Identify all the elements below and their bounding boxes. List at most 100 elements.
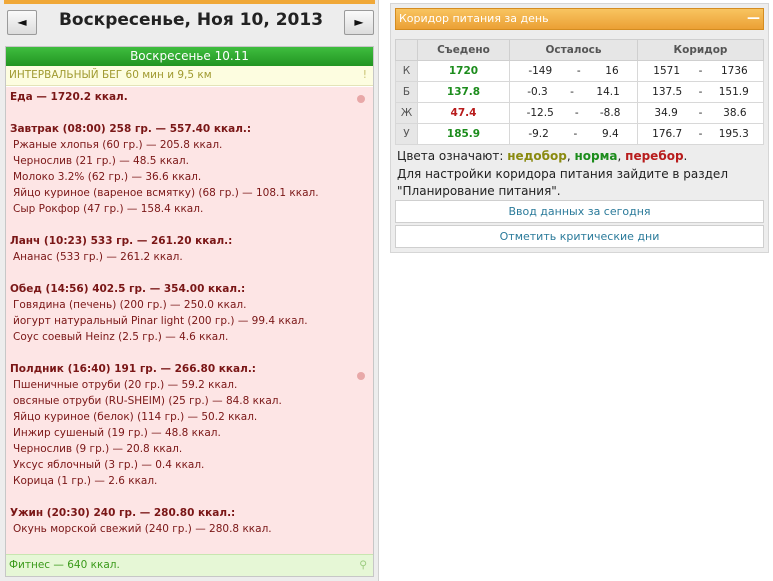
- corridor-max: 38.6: [723, 107, 747, 119]
- meal-item: Инжир сушеный (19 гр.) — 48.8 ккал.: [13, 427, 221, 439]
- corridor-range: 176.7 - 195.3: [637, 123, 764, 145]
- meal-header[interactable]: Ланч (10:23) 533 гр. — 261.20 ккал.:: [10, 234, 232, 248]
- prev-day-button[interactable]: ◄: [7, 10, 37, 35]
- left-min: -12.5: [526, 107, 554, 119]
- mark-critical-days-button[interactable]: Отметить критические дни: [395, 225, 764, 248]
- left-max: 16: [605, 65, 619, 77]
- meal-item: Окунь морской свежий (240 гр.) — 280.8 к…: [13, 523, 272, 535]
- table-header-blank: [395, 39, 418, 61]
- range-dash: -: [698, 65, 703, 77]
- row-label: К: [395, 60, 418, 82]
- meal-item: Яйцо куриное (вареное всмятку) (68 гр.) …: [13, 187, 319, 199]
- meal-header[interactable]: Обед (14:56) 402.5 гр. — 354.00 ккал.:: [10, 282, 245, 296]
- left-max: 9.4: [601, 128, 619, 140]
- runner-icon: ⚲: [359, 559, 367, 571]
- food-list: Еда — 1720.2 ккал. Завтрак (08:00) 258 г…: [6, 87, 373, 554]
- fitness-row[interactable]: Фитнес — 640 ккал. ⚲: [6, 554, 373, 576]
- settings-note: Для настройки коридора питания зайдите в…: [397, 167, 728, 198]
- range-dash: -: [698, 128, 703, 140]
- meal-item: Чернослив (9 гр.) — 20.8 ккал.: [13, 443, 183, 455]
- meal-item: Сыр Рокфор (47 гр.) — 158.4 ккал.: [13, 203, 204, 215]
- corridor-max: 151.9: [718, 86, 749, 98]
- corridor-range: 1571 - 1736: [637, 60, 764, 82]
- legend-under: недобор: [507, 149, 567, 163]
- range-dash: -: [576, 65, 581, 77]
- row-label: Б: [395, 81, 418, 103]
- table-header-eaten: Съедено: [417, 39, 510, 61]
- table-row: Б 137.8 -0.3 - 14.1 137.5 - 151.9: [395, 81, 764, 103]
- range-dash: -: [573, 128, 578, 140]
- left-range: -9.2 - 9.4: [509, 123, 638, 145]
- warning-icon: !: [362, 69, 367, 81]
- eaten-value: 185.9: [417, 123, 510, 145]
- corridor-max: 195.3: [718, 128, 749, 140]
- top-accent-bar: [4, 0, 375, 4]
- corridor-panel: Коридор питания за день — Съедено Остало…: [390, 3, 769, 253]
- fitness-label: Фитнес — 640 ккал.: [9, 559, 120, 571]
- table-header-left: Осталось: [509, 39, 638, 61]
- meal-item: Ржаные хлопья (60 гр.) — 205.8 ккал.: [13, 139, 223, 151]
- day-box: Воскресенье 10.11 ИНТЕРВАЛЬНЫЙ БЕГ 60 ми…: [5, 46, 374, 577]
- corridor-title: Коридор питания за день: [399, 12, 549, 25]
- corridor-range: 137.5 - 151.9: [637, 81, 764, 103]
- enter-today-button[interactable]: Ввод данных за сегодня: [395, 200, 764, 223]
- corridor-range: 34.9 - 38.6: [637, 102, 764, 124]
- corridor-min: 176.7: [652, 128, 683, 140]
- meal-item: Говядина (печень) (200 гр.) — 250.0 ккал…: [13, 299, 247, 311]
- left-min: -149: [528, 65, 553, 77]
- left-min: -0.3: [527, 86, 548, 98]
- meal-header[interactable]: Завтрак (08:00) 258 гр. — 557.40 ккал.:: [10, 122, 251, 136]
- left-min: -9.2: [528, 128, 549, 140]
- meal-item: овсяные отруби (RU-SHEIM) (25 гр.) — 84.…: [13, 395, 282, 407]
- next-day-button[interactable]: ►: [344, 10, 374, 35]
- table-header-corridor: Коридор: [637, 39, 764, 61]
- activity-row[interactable]: ИНТЕРВАЛЬНЫЙ БЕГ 60 мин и 9,5 км !: [6, 66, 373, 86]
- left-max: 14.1: [596, 86, 620, 98]
- collapse-button[interactable]: —: [747, 9, 760, 29]
- row-label: У: [395, 123, 418, 145]
- date-title: Воскресенье, Ноя 10, 2013: [58, 10, 324, 30]
- meal-item: Соус соевый Heinz (2.5 гр.) — 4.6 ккал.: [13, 331, 229, 343]
- range-dash: -: [574, 107, 579, 119]
- meal-item: Молоко 3.2% (62 гр.) — 36.6 ккал.: [13, 171, 202, 183]
- legend-over: перебор: [625, 149, 684, 163]
- row-label: Ж: [395, 102, 418, 124]
- left-range: -149 - 16: [509, 60, 638, 82]
- apple-icon: [357, 372, 365, 380]
- meal-header[interactable]: Ужин (20:30) 240 гр. — 280.80 ккал.:: [10, 506, 235, 520]
- corridor-min: 1571: [653, 65, 681, 77]
- legend-norm: норма: [574, 149, 618, 163]
- eaten-value: 1720: [417, 60, 510, 82]
- table-row: К 1720 -149 - 16 1571 - 1736: [395, 60, 764, 82]
- eaten-value: 47.4: [417, 102, 510, 124]
- meal-item: Корица (1 гр.) — 2.6 ккал.: [13, 475, 158, 487]
- apple-icon: [357, 95, 365, 103]
- corridor-table: Съедено Осталось Коридор К 1720 -149 - 16 157…: [395, 39, 764, 145]
- left-range: -12.5 - -8.8: [509, 102, 638, 124]
- left-range: -0.3 - 14.1: [509, 81, 638, 103]
- corridor-min: 137.5: [652, 86, 683, 98]
- range-dash: -: [698, 107, 703, 119]
- eaten-value: 137.8: [417, 81, 510, 103]
- left-max: -8.8: [599, 107, 621, 119]
- activity-label: ИНТЕРВАЛЬНЫЙ БЕГ 60 мин и 9,5 км: [9, 69, 212, 81]
- meal-header[interactable]: Полдник (16:40) 191 гр. — 266.80 ккал.:: [10, 362, 256, 376]
- color-legend: Цвета означают: недобор, норма, перебор.: [397, 149, 688, 163]
- day-header: Воскресенье 10.11: [6, 47, 373, 66]
- meal-item: Чернослив (21 гр.) — 48.5 ккал.: [13, 155, 189, 167]
- meal-item: Ананас (533 гр.) — 261.2 ккал.: [13, 251, 183, 263]
- food-total: Еда — 1720.2 ккал.: [10, 91, 128, 103]
- day-panel: ◄ Воскресенье, Ноя 10, 2013 ► Воскресень…: [0, 0, 379, 581]
- meal-item: Пшеничные отруби (20 гр.) — 59.2 ккал.: [13, 379, 238, 391]
- range-dash: -: [570, 86, 574, 98]
- corridor-header: Коридор питания за день —: [395, 8, 764, 30]
- legend-prefix: Цвета означают:: [397, 149, 504, 163]
- range-dash: -: [698, 86, 703, 98]
- meal-item: Уксус яблочный (3 гр.) — 0.4 ккал.: [13, 459, 205, 471]
- table-row: Ж 47.4 -12.5 - -8.8 34.9 - 38.6: [395, 102, 764, 124]
- corridor-max: 1736: [720, 65, 748, 77]
- meal-item: Яйцо куриное (белок) (114 гр.) — 50.2 кк…: [13, 411, 258, 423]
- corridor-min: 34.9: [654, 107, 678, 119]
- table-row: У 185.9 -9.2 - 9.4 176.7 - 195.3: [395, 123, 764, 145]
- meal-item: йогурт натуральный Pinar light (200 гр.)…: [13, 315, 308, 327]
